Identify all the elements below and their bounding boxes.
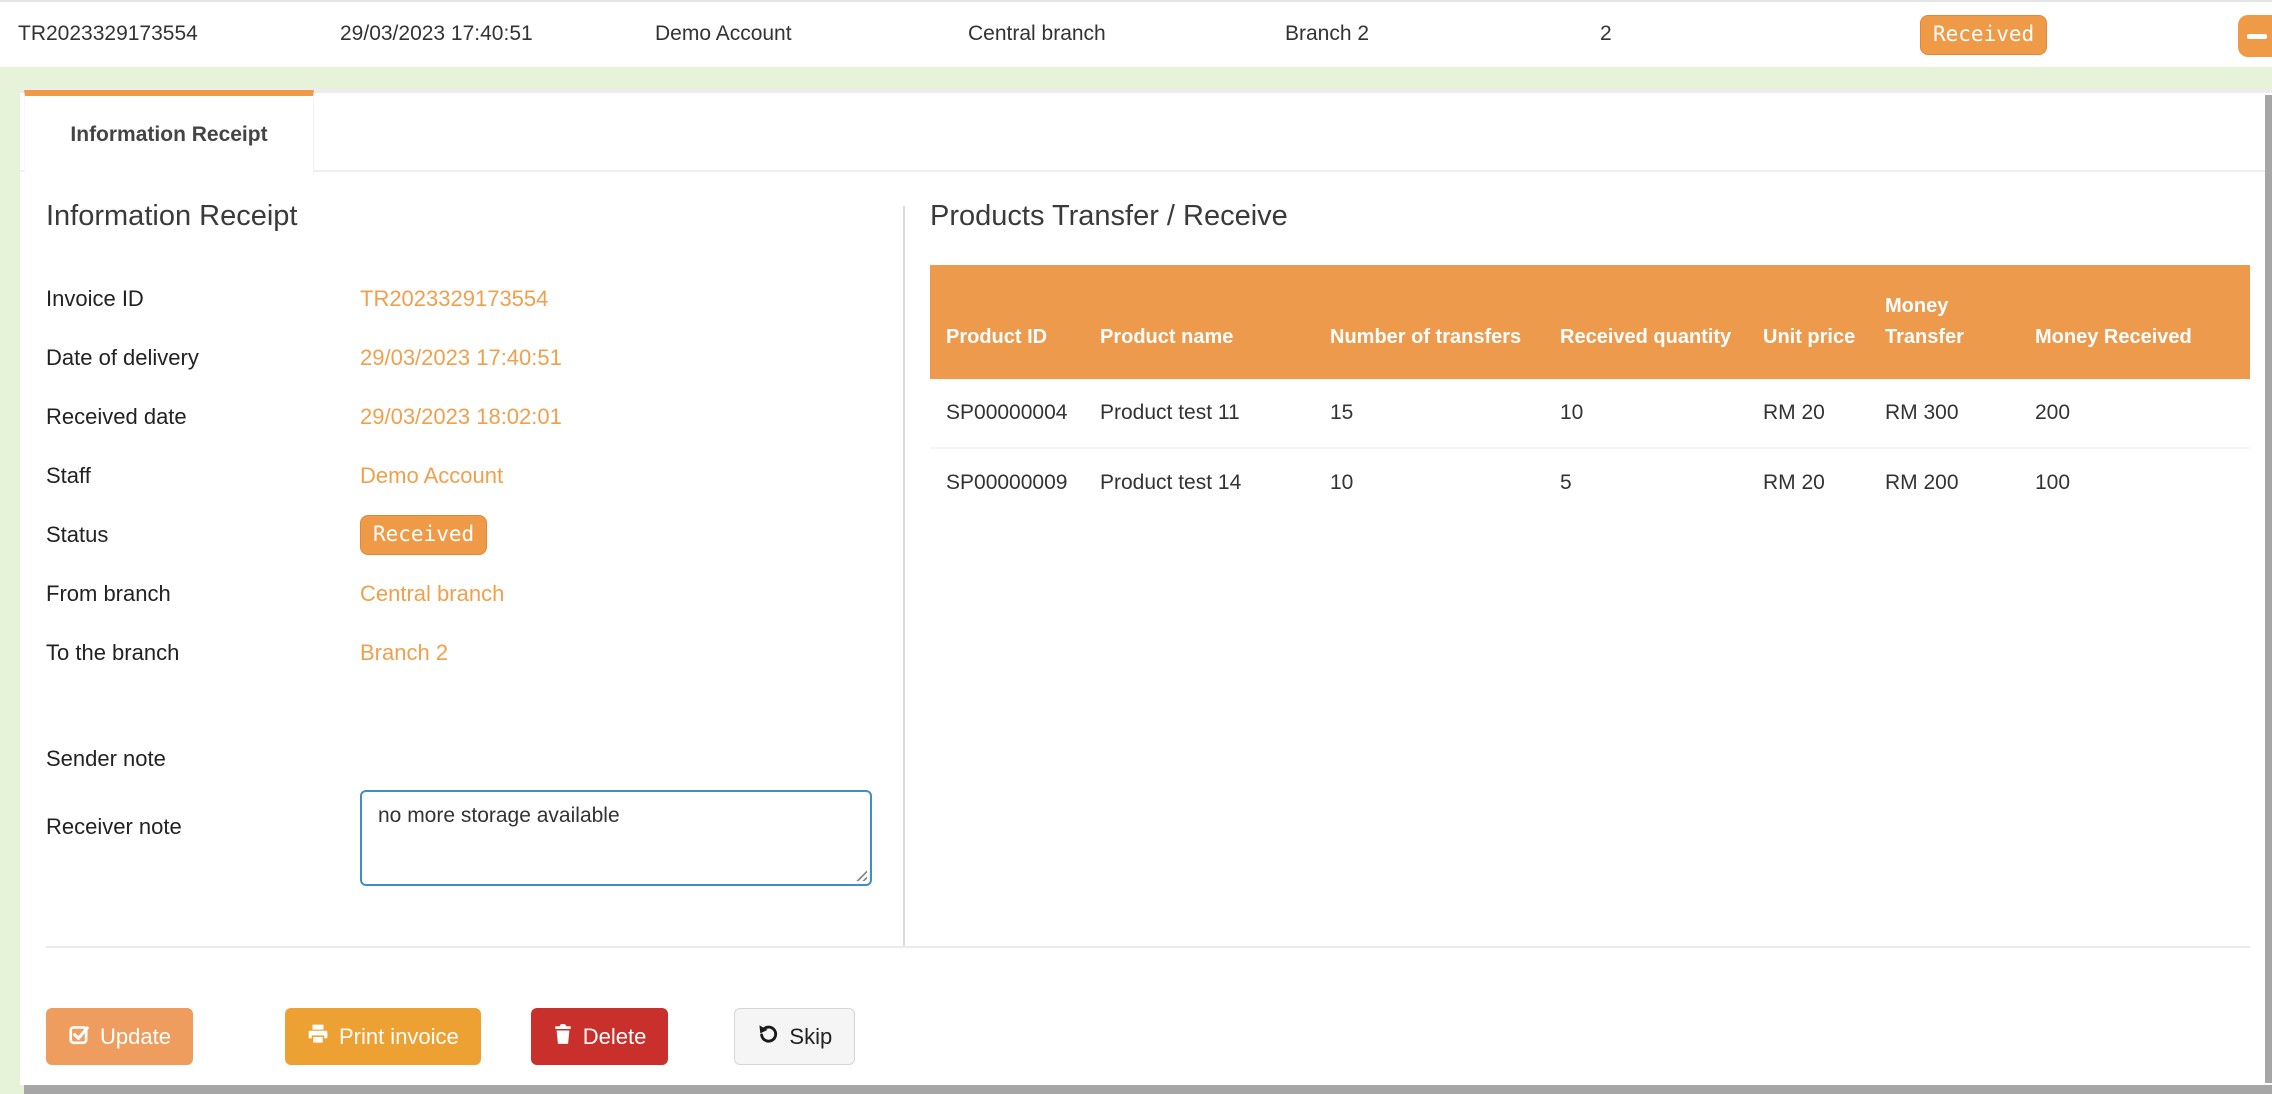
col-unit-price: Unit price [1763,265,1885,379]
horizontal-scrollbar[interactable] [24,1085,2272,1094]
field-label: Date of delivery [46,345,360,371]
field-sender-note: Sender note [46,728,898,790]
cell-money-received: 200 [2035,379,2250,448]
information-receipt-title: Information Receipt [46,200,898,233]
print-invoice-label: Print invoice [339,1024,459,1050]
field-invoice-id: Invoice ID TR2023329173554 [46,269,898,328]
skip-label: Skip [789,1024,832,1050]
summary-quantity: 2 [1600,22,1612,46]
field-value: 29/03/2023 18:02:01 [360,404,562,430]
field-value: TR2023329173554 [360,286,548,312]
cell-unit-price: RM 20 [1763,448,1885,517]
col-product-name: Product name [1100,265,1330,379]
field-to-the-branch: To the branch Branch 2 [46,623,898,682]
undo-icon [757,1023,779,1051]
field-value: Central branch [360,581,504,607]
summary-status-badge: Received [1920,15,2047,55]
cell-product-name: Product test 11 [1100,379,1330,448]
collapse-row-button[interactable] [2238,15,2272,57]
cell-number-of-transfers: 15 [1330,379,1560,448]
receipt-detail-card: Information Receipt Information Receipt … [20,88,2272,1085]
products-header-row: Product ID Product name Number of transf… [930,265,2250,379]
update-label: Update [100,1024,171,1050]
field-staff: Staff Demo Account [46,446,898,505]
field-label: Received date [46,404,360,430]
products-title: Products Transfer / Receive [930,200,2270,233]
field-label: Invoice ID [46,286,360,312]
update-button[interactable]: Update [46,1008,193,1065]
field-status: Status Received [46,505,898,564]
cell-received-quantity: 5 [1560,448,1763,517]
field-value: Demo Account [360,463,503,489]
cell-money-received: 100 [2035,448,2250,517]
minus-icon [2247,34,2267,39]
receiver-note-input[interactable]: no more storage available [360,790,872,886]
field-label: To the branch [46,640,360,666]
tab-information-receipt[interactable]: Information Receipt [24,90,314,174]
skip-button[interactable]: Skip [734,1008,855,1065]
cell-money-transfer: RM 300 [1885,379,2035,448]
summary-to-branch: Branch 2 [1285,22,1369,46]
receiver-note-label: Receiver note [46,790,360,840]
field-value: Branch 2 [360,640,448,666]
summary-staff: Demo Account [655,22,792,46]
trash-icon [553,1023,573,1051]
col-number-of-transfers: Number of transfers [1330,265,1560,379]
delete-button[interactable]: Delete [531,1008,669,1065]
summary-from-branch: Central branch [968,22,1106,46]
cell-product-id: SP00000009 [930,448,1100,517]
vertical-scrollbar[interactable] [2265,95,2272,1083]
cell-number-of-transfers: 10 [1330,448,1560,517]
field-receiver-note: Receiver note no more storage available [46,790,898,886]
field-label: From branch [46,581,360,607]
cell-received-quantity: 10 [1560,379,1763,448]
printer-icon [307,1023,329,1051]
col-product-id: Product ID [930,265,1100,379]
cell-product-name: Product test 14 [1100,448,1330,517]
delete-label: Delete [583,1024,647,1050]
tab-label: Information Receipt [70,123,267,147]
panel-divider [903,206,905,946]
table-row: SP00000004 Product test 11 15 10 RM 20 R… [930,379,2250,448]
field-label: Staff [46,463,360,489]
products-table: Product ID Product name Number of transf… [930,265,2250,517]
cell-unit-price: RM 20 [1763,379,1885,448]
field-label: Status [46,522,360,548]
action-buttons: Update Print invoice Delete [46,1008,855,1065]
cell-money-transfer: RM 200 [1885,448,2035,517]
field-value: 29/03/2023 17:40:51 [360,345,562,371]
tabbar-bottom-border [20,170,2272,172]
summary-datetime: 29/03/2023 17:40:51 [340,22,533,46]
col-money-received: Money Received [2035,265,2250,379]
col-received-quantity: Received quantity [1560,265,1763,379]
tabbar-background [20,88,2272,93]
field-date-of-delivery: Date of delivery 29/03/2023 17:40:51 [46,328,898,387]
sender-note-label: Sender note [46,746,360,772]
field-from-branch: From branch Central branch [46,564,898,623]
col-money-transfer: Money Transfer [1885,265,2035,379]
cell-product-id: SP00000004 [930,379,1100,448]
transfer-summary-row: TR2023329173554 29/03/2023 17:40:51 Demo… [0,0,2272,67]
table-row: SP00000009 Product test 14 10 5 RM 20 RM… [930,448,2250,517]
summary-invoice-id: TR2023329173554 [18,22,198,46]
print-invoice-button[interactable]: Print invoice [285,1008,481,1065]
information-receipt-panel: Information Receipt Invoice ID TR2023329… [46,200,898,886]
field-received-date: Received date 29/03/2023 18:02:01 [46,387,898,446]
actions-divider [46,946,2250,948]
status-badge: Received [360,515,487,555]
check-square-icon [68,1023,90,1051]
products-panel: Products Transfer / Receive Product ID P… [930,200,2270,517]
